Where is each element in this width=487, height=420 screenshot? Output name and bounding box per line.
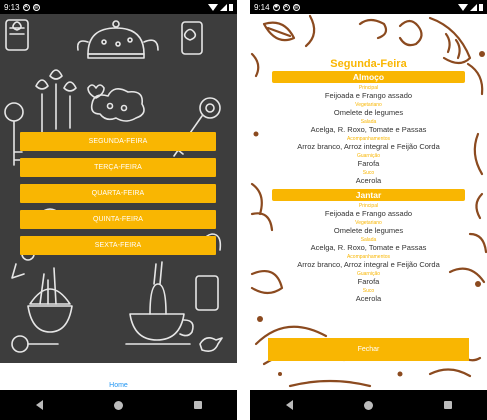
dish-value: Feijoada e Frango assado (324, 209, 413, 218)
dish-value: Acelga, R. Roxo, Tomate e Passas (310, 125, 427, 134)
status-time: 9:13 (4, 2, 20, 12)
status-bar: 9:13 A @ (0, 0, 237, 14)
notification-sync-icon: @ (32, 3, 40, 11)
dish-value: Acerola (355, 176, 382, 185)
wifi-icon (458, 3, 468, 11)
battery-icon (479, 3, 483, 11)
notification-a-icon: A (22, 3, 30, 11)
phone-screen-menu: 9:14 ✱ A @ Segunda-Feira Almoço Principa… (250, 0, 487, 420)
wifi-icon (208, 3, 218, 11)
day-button-segunda[interactable]: SEGUNDA-FEIRA (20, 132, 216, 151)
dish-value: Arroz branco, Arroz integral e Feijão Co… (297, 142, 440, 151)
dish-value: Omelete de legumes (333, 226, 404, 235)
day-button-sexta[interactable]: SEXTA-FEIRA (20, 236, 216, 255)
day-button-terca[interactable]: TERÇA-FEIRA (20, 158, 216, 177)
recent-apps-icon[interactable] (193, 401, 202, 409)
recent-apps-icon[interactable] (443, 401, 452, 409)
dish-value: Omelete de legumes (333, 108, 404, 117)
back-icon[interactable] (285, 400, 293, 410)
dish-value: Farofa (357, 277, 380, 286)
menu-panel: Segunda-Feira Almoço Principal Feijoada … (250, 14, 487, 390)
home-icon[interactable] (363, 400, 373, 410)
bottom-tab-bar: Home (0, 363, 237, 390)
dish-value: Acelga, R. Roxo, Tomate e Passas (310, 243, 427, 252)
lunch-items: Principal Feijoada e Frango assado Veget… (250, 85, 487, 185)
notification-a-icon: A (282, 3, 290, 11)
dinner-items: Principal Feijoada e Frango assado Veget… (250, 203, 487, 303)
signal-icon (220, 3, 227, 11)
page-title: Segunda-Feira (330, 58, 407, 70)
day-button-quarta[interactable]: QUARTA-FEIRA (20, 184, 216, 203)
phone-screen-days: 9:13 A @ SEGUNDA-FEIRA TERÇA-FEIRA QUART… (0, 0, 237, 420)
back-icon[interactable] (35, 400, 43, 410)
signal-icon (470, 3, 477, 11)
system-nav-bar (250, 390, 487, 420)
notification-sync-icon: @ (292, 3, 300, 11)
dish-value: Arroz branco, Arroz integral e Feijão Co… (297, 260, 440, 269)
dish-value: Farofa (357, 159, 380, 168)
dish-value: Feijoada e Frango assado (324, 91, 413, 100)
battery-icon (229, 3, 233, 11)
section-header-dinner: Jantar (272, 189, 465, 201)
section-header-lunch: Almoço (272, 71, 465, 83)
dish-value: Acerola (355, 294, 382, 303)
day-list: SEGUNDA-FEIRA TERÇA-FEIRA QUARTA-FEIRA Q… (20, 132, 216, 255)
day-button-quinta[interactable]: QUINTA-FEIRA (20, 210, 216, 229)
system-nav-bar (0, 390, 237, 420)
tab-home[interactable]: Home (109, 382, 128, 389)
home-icon[interactable] (113, 400, 123, 410)
status-bar: 9:14 ✱ A @ (250, 0, 487, 14)
settings-gear-icon: ✱ (272, 3, 280, 11)
status-time: 9:14 (254, 2, 270, 12)
close-button[interactable]: Fechar (268, 338, 469, 361)
